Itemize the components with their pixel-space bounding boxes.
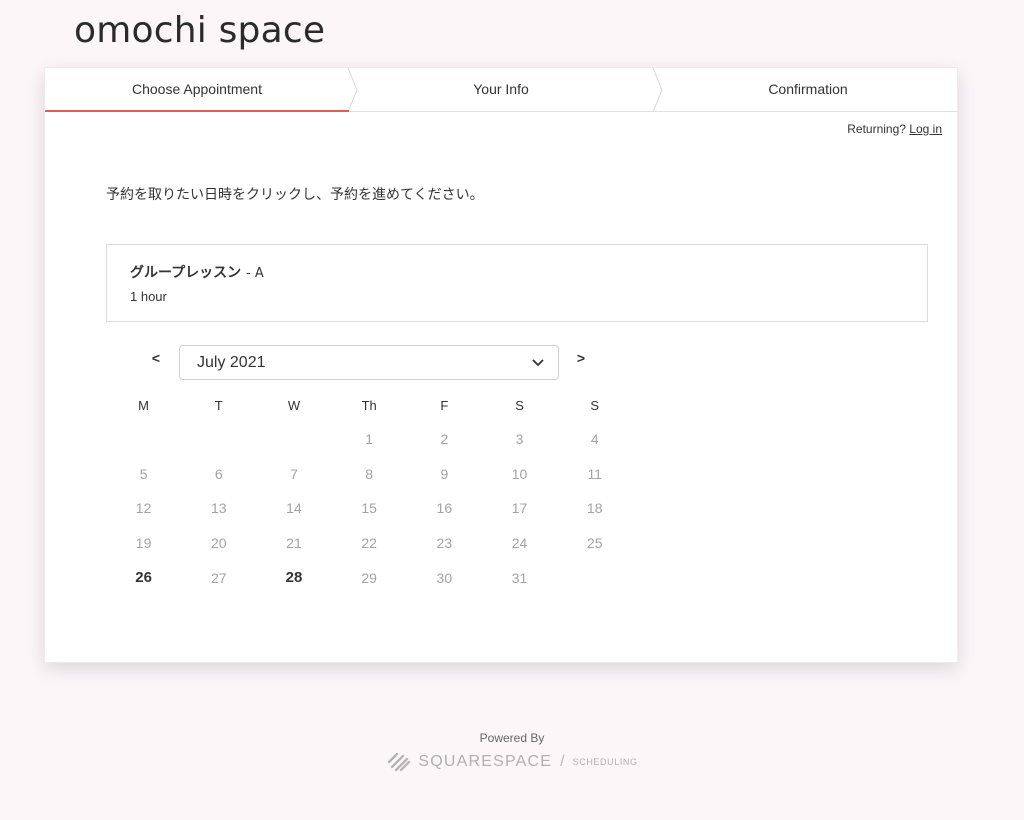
calendar-day: 24	[511, 535, 528, 552]
scheduler-card: Choose Appointment Your Info Confirmatio…	[44, 67, 958, 663]
calendar-week-row: 26 27 28 29 30 31	[106, 560, 632, 595]
returning-label: Returning?	[847, 122, 906, 136]
calendar-grid: M T W Th F S S 1 2 3 4 5 6 7 8 9 10 11 12 13 14 15 16 17…	[106, 394, 632, 595]
calendar-day: 15	[361, 500, 377, 517]
weekday-label: S	[515, 397, 524, 413]
calendar-week-row: 1 2 3 4	[106, 422, 632, 457]
calendar-day: 29	[361, 569, 377, 586]
weekday-label: F	[440, 397, 449, 413]
squarespace-icon	[388, 752, 411, 772]
calendar-day-available[interactable]: 26	[106, 569, 181, 586]
active-step-indicator	[45, 110, 349, 112]
calendar-day: 2	[440, 431, 449, 448]
calendar-day: 9	[440, 465, 449, 482]
month-select[interactable]: July 2021	[179, 345, 559, 380]
calendar-day: 1	[365, 431, 374, 448]
weekday-label: Th	[361, 397, 377, 413]
calendar-day: 10	[511, 465, 528, 482]
calendar-day: 20	[210, 535, 227, 552]
chevron-down-icon	[532, 358, 544, 366]
calendar-day: 4	[590, 431, 599, 448]
calendar-day: 23	[436, 535, 453, 552]
month-select-value: July 2021	[197, 353, 266, 371]
tab-your-info[interactable]: Your Info	[353, 68, 649, 112]
calendar-weeks: 1 2 3 4 5 6 7 8 9 10 11 12 13 14 15 16 17 18 19 20 21 22 23 24 2…	[106, 422, 632, 595]
brand-name: SQUARESPACE	[418, 753, 553, 770]
calendar-day: 30	[436, 569, 453, 586]
calendar-day: 5	[139, 465, 148, 482]
calendar-day: 14	[286, 500, 302, 517]
weekday-label: M	[138, 397, 150, 413]
calendar-day: 27	[210, 569, 227, 586]
weekday-header: M T W Th F S S	[106, 394, 632, 416]
calendar-day: 12	[135, 500, 152, 517]
tab-confirmation[interactable]: Confirmation	[657, 68, 959, 112]
calendar-day-available[interactable]: 28	[256, 569, 331, 586]
weekday-label: S	[590, 397, 600, 413]
calendar-day: 22	[361, 535, 377, 552]
calendar-day: 7	[290, 465, 298, 482]
calendar-day: 18	[586, 500, 603, 517]
appointment-calendar: - A	[246, 266, 264, 281]
calendar-day: 31	[511, 569, 528, 586]
brand-separator: /	[560, 753, 565, 770]
squarespace-scheduling-logo[interactable]: SQUARESPACE / SCHEDULING	[386, 751, 637, 773]
appointment-type-name: グループレッスン	[130, 265, 242, 281]
calendar-day: 8	[365, 465, 374, 482]
calendar-day: 25	[586, 535, 603, 552]
step-chevron-icon	[347, 68, 358, 112]
weekday-label: T	[214, 397, 223, 413]
returning-login: Returning? Log in	[847, 122, 942, 136]
calendar-week-row: 19 20 21 22 23 24 25	[106, 526, 632, 561]
footer: Powered By SQUARESPACE / SCHEDULING	[0, 731, 1024, 778]
calendar-week-row: 12 13 14 15 16 17 18	[106, 491, 632, 526]
powered-by-label: Powered By	[479, 731, 545, 745]
appointment-duration: 1 hour	[130, 289, 167, 304]
calendar-day: 6	[214, 465, 223, 482]
calendar-day: 21	[286, 535, 302, 552]
calendar-day: 16	[436, 500, 453, 517]
calendar-week-row: 5 6 7 8 9 10 11	[106, 457, 632, 492]
step-chevron-icon	[652, 68, 663, 112]
product-name: SCHEDULING	[572, 757, 638, 767]
login-link[interactable]: Log in	[909, 122, 942, 136]
appointment-type-card: グループレッスン - A 1 hour	[106, 244, 928, 322]
appointment-name: グループレッスン - A	[130, 262, 264, 282]
instruction-text: 予約を取りたい日時をクリックし、予約を進めてください。	[106, 187, 484, 203]
next-month-button[interactable]: >	[571, 350, 591, 366]
prev-month-button[interactable]: <	[146, 350, 166, 366]
calendar-day: 11	[587, 465, 602, 482]
calendar-day: 17	[511, 500, 528, 517]
calendar-day: 3	[515, 431, 524, 448]
tab-choose-appointment[interactable]: Choose Appointment	[45, 68, 349, 112]
calendar-day: 13	[210, 500, 227, 517]
calendar-day: 19	[135, 535, 152, 552]
weekday-label: W	[287, 397, 301, 413]
step-tabs: Choose Appointment Your Info Confirmatio…	[45, 68, 957, 112]
site-title: omochi space	[74, 10, 326, 51]
